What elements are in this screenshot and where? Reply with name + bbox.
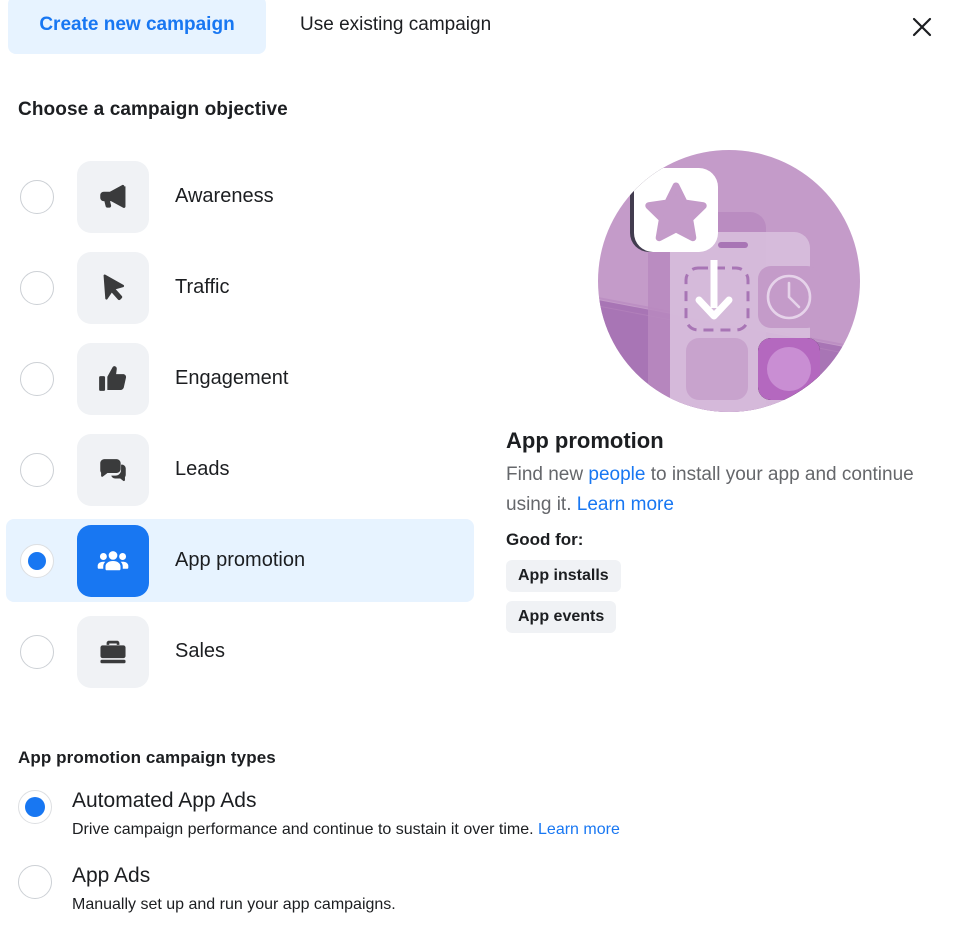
tab-use-existing-campaign[interactable]: Use existing campaign xyxy=(282,0,550,54)
objective-label-sales: Sales xyxy=(175,640,226,662)
thumbs-up-icon xyxy=(77,342,149,415)
objective-label-leads: Leads xyxy=(175,458,230,480)
campaign-type-name-automated-app-ads: Automated App Ads xyxy=(72,789,257,812)
people-group-icon xyxy=(77,524,149,597)
objective-label-awareness: Awareness xyxy=(175,185,274,207)
campaign-type-desc-app-ads: Manually set up and run your app campaig… xyxy=(72,896,396,913)
good-for-label: Good for: xyxy=(506,530,584,549)
campaign-type-row-app-ads[interactable]: App Ads Manually set up and run your app… xyxy=(18,863,818,916)
objective-label-app-promotion: App promotion xyxy=(175,549,306,571)
radio-app-promotion[interactable] xyxy=(20,543,54,578)
close-icon xyxy=(909,14,935,40)
objective-row-awareness[interactable]: Awareness xyxy=(6,155,474,238)
objective-list: Awareness Traffic Engagement Leads App p… xyxy=(0,155,480,701)
objective-row-app-promotion[interactable]: App promotion xyxy=(6,519,474,602)
objective-row-traffic[interactable]: Traffic xyxy=(6,246,474,329)
objective-label-traffic: Traffic xyxy=(175,276,230,298)
detail-title: App promotion xyxy=(506,428,664,453)
radio-sales[interactable] xyxy=(20,634,54,669)
objective-label-engagement: Engagement xyxy=(175,367,289,389)
chip-app-installs: App installs xyxy=(506,560,621,592)
radio-engagement[interactable] xyxy=(20,361,54,396)
chat-bubbles-icon xyxy=(77,433,149,506)
briefcase-icon xyxy=(77,615,149,688)
good-for-chips: App installs App events xyxy=(506,560,946,642)
campaign-type-desc-text: Drive campaign performance and continue … xyxy=(72,821,539,838)
campaign-types-title: App promotion campaign types xyxy=(18,748,276,767)
campaign-type-row-automated-app-ads[interactable]: Automated App Ads Drive campaign perform… xyxy=(18,788,818,841)
app-promotion-illustration xyxy=(598,150,860,412)
tab-create-new-campaign[interactable]: Create new campaign xyxy=(8,0,266,54)
detail-description: Find new people to install your app and … xyxy=(506,460,916,520)
cursor-icon xyxy=(77,251,149,324)
learn-more-link[interactable]: Learn more xyxy=(577,494,674,515)
objective-row-sales[interactable]: Sales xyxy=(6,610,474,693)
chip-app-events: App events xyxy=(506,601,617,633)
radio-leads[interactable] xyxy=(20,452,54,487)
objective-detail-panel: App promotion Find new people to install… xyxy=(506,150,946,642)
close-button[interactable] xyxy=(902,7,942,47)
detail-desc-part1: Find new xyxy=(506,464,589,485)
radio-automated-app-ads[interactable] xyxy=(18,790,52,824)
objective-row-leads[interactable]: Leads xyxy=(6,428,474,511)
page-title: Choose a campaign objective xyxy=(18,99,288,120)
campaign-mode-tabbar: Create new campaign Use existing campaig… xyxy=(0,0,960,56)
automated-app-ads-learn-more-link[interactable]: Learn more xyxy=(538,821,620,838)
radio-traffic[interactable] xyxy=(20,270,54,305)
radio-app-ads[interactable] xyxy=(18,865,52,899)
campaign-type-name-app-ads: App Ads xyxy=(72,864,151,887)
megaphone-icon xyxy=(77,160,149,233)
campaign-type-desc-automated-app-ads: Drive campaign performance and continue … xyxy=(72,819,620,841)
radio-awareness[interactable] xyxy=(20,179,54,214)
objective-row-engagement[interactable]: Engagement xyxy=(6,337,474,420)
people-link[interactable]: people xyxy=(588,464,645,485)
campaign-types-list: Automated App Ads Drive campaign perform… xyxy=(18,788,818,938)
